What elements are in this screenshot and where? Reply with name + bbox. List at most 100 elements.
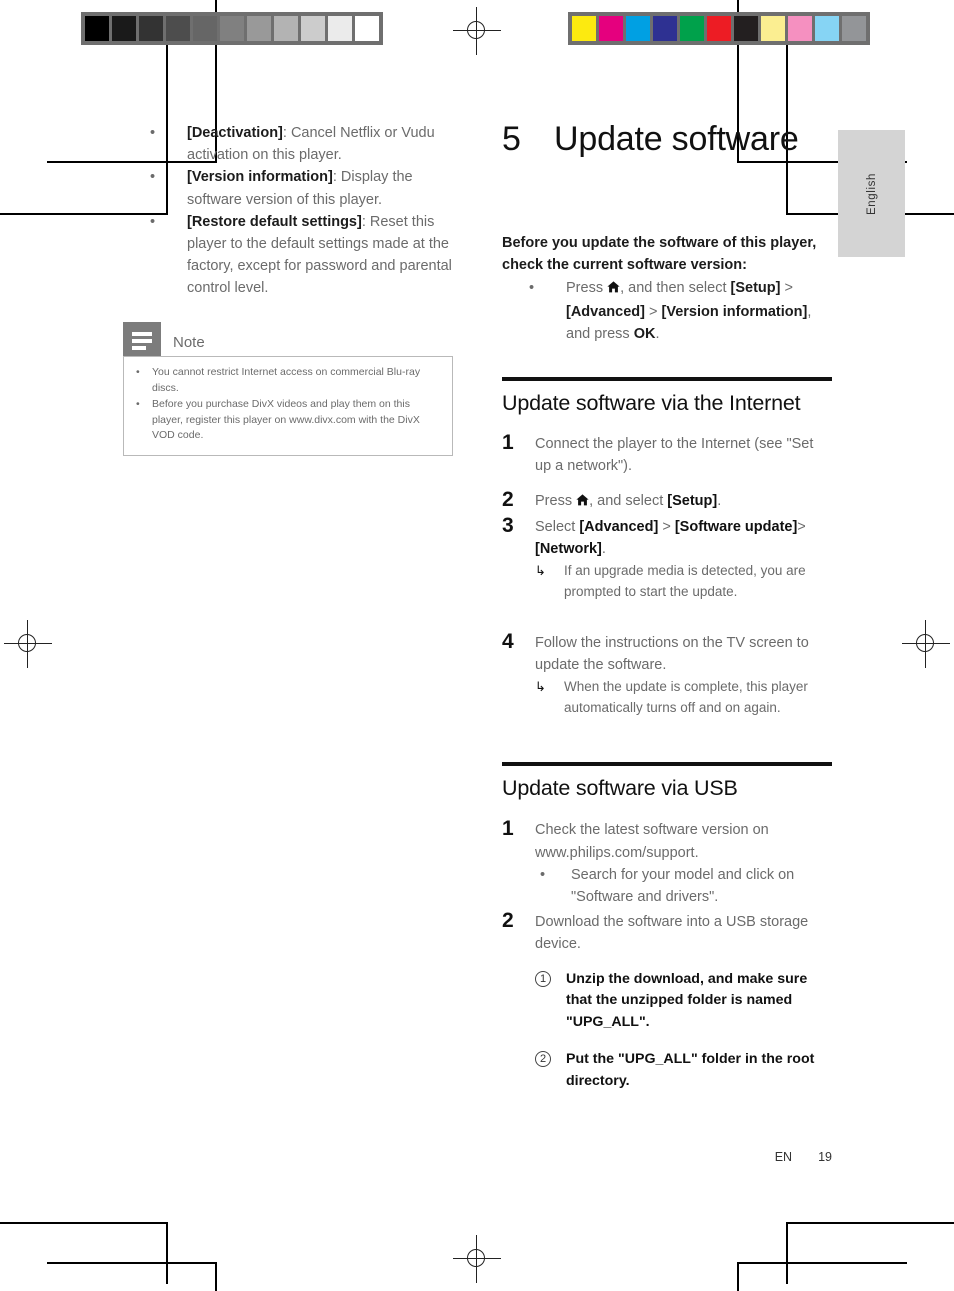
home-icon: [607, 278, 620, 300]
step-item: 2 Press , and select [Setup].: [502, 488, 832, 513]
step-text: Press , and select [Setup].: [535, 493, 721, 509]
step-number: 3: [502, 513, 514, 537]
step-text: Download the software into a USB storage…: [535, 914, 809, 953]
calibration-swatch-3: [653, 16, 677, 41]
intro-bullet-list: • Press , and then select [Setup] > [Adv…: [502, 277, 832, 345]
crop-mark-bl-h1: [0, 1222, 168, 1224]
calibration-swatch-1: [599, 16, 623, 41]
calibration-swatch-2: [626, 16, 650, 41]
bullet-glyph: •: [150, 125, 156, 141]
right-text-column: 5 Update software Before you update the …: [502, 122, 832, 1092]
steps-usb: 1 Check the latest software version on w…: [502, 817, 832, 1092]
calibration-swatch-7: [274, 16, 298, 41]
page-canvas: • [Deactivation]: Cancel Netflix or Vudu …: [0, 0, 954, 1291]
home-icon: [576, 491, 589, 513]
bullet-glyph: •: [529, 280, 535, 297]
bullet-glyph: •: [150, 169, 156, 186]
bullet-glyph: •: [540, 866, 546, 883]
footer-language-code: EN: [774, 1150, 793, 1164]
page-footer: EN 19: [700, 1150, 832, 1164]
crop-mark-bl-v2: [215, 1262, 217, 1291]
substep-text: Search for your model and click on "Soft…: [571, 866, 795, 906]
calibration-swatch-8: [788, 16, 812, 41]
calibration-swatch-10: [355, 16, 379, 41]
registration-mark-top: [453, 7, 501, 55]
language-tab: English: [838, 130, 905, 257]
step-text: Check the latest software version on www…: [535, 822, 769, 861]
bullet-glyph: •: [150, 213, 156, 230]
page-number: 19: [818, 1150, 832, 1164]
language-tab-label: English: [865, 172, 878, 215]
calibration-swatch-4: [193, 16, 217, 41]
crop-mark-br-h2: [737, 1262, 907, 1264]
calibration-swatch-0: [85, 16, 109, 41]
section-title-internet: Update software via the Internet: [502, 391, 801, 416]
note-header: Note: [123, 322, 453, 356]
section-rule-internet: [502, 377, 832, 382]
step-item: 2 Download the software into a USB stora…: [502, 909, 832, 1092]
list-item: • [Restore default settings]: Reset this …: [123, 211, 458, 300]
step-item: 1 Connect the player to the Internet (se…: [502, 431, 832, 477]
calibration-swatch-8: [301, 16, 325, 41]
substep-text: If an upgrade media is detected, you are…: [564, 563, 806, 600]
intro-lead: Before you update the software of this p…: [502, 235, 817, 274]
steps-internet: 1 Connect the player to the Internet (se…: [502, 431, 832, 718]
bullet-glyph: •: [136, 398, 140, 410]
step-item: 1 Check the latest software version on w…: [502, 817, 832, 908]
circled-substep-text: Put the "UPG_ALL" folder in the root dir…: [566, 1051, 815, 1089]
calibration-swatch-5: [220, 16, 244, 41]
setting-term: [Version information]: [187, 169, 333, 186]
step-number: 4: [502, 630, 514, 654]
step-substep: ↳ If an upgrade media is detected, you a…: [535, 560, 832, 602]
substep-arrow-icon: ↳: [535, 679, 546, 695]
setting-term: [Restore default settings]: [187, 213, 362, 230]
note-item-text: Before you purchase DivX videos and play…: [152, 398, 420, 441]
list-item: • [Version information]: Display the soft…: [123, 166, 458, 210]
crop-mark-bl-v1: [166, 1222, 168, 1284]
page-title: 5 Update software: [502, 122, 832, 156]
setting-term: [Deactivation]: [187, 125, 283, 141]
substep-text: When the update is complete, this player…: [564, 679, 808, 716]
note-lines-icon: [123, 322, 161, 356]
step-number: 2: [502, 488, 514, 512]
registration-mark-right: [902, 620, 950, 668]
step-substep: • Search for your model and click on "So…: [535, 864, 832, 908]
step-text: Select [Advanced] > [Software update]>[N…: [535, 518, 806, 557]
note-item: • Before you purchase DivX videos and pla…: [130, 397, 442, 444]
crop-mark-bl-h2: [47, 1262, 217, 1264]
calibration-swatch-2: [139, 16, 163, 41]
note-box: Note • You cannot restrict Internet acces…: [123, 322, 453, 456]
grayscale-calibration-bar: [81, 12, 383, 45]
step-number: 1: [502, 431, 514, 455]
crop-mark-br-h1: [786, 1222, 954, 1224]
note-body: • You cannot restrict Internet access on …: [123, 356, 453, 456]
circled-substep: 1 Unzip the download, and make sure that…: [535, 969, 832, 1034]
calibration-swatch-3: [166, 16, 190, 41]
step-number: 1: [502, 817, 514, 841]
crop-mark-br-v2: [737, 1262, 739, 1291]
calibration-swatch-0: [572, 16, 596, 41]
step-number: 2: [502, 909, 514, 933]
substep-arrow-icon: ↳: [535, 563, 546, 579]
step-text: Follow the instructions on the TV screen…: [535, 635, 809, 674]
color-calibration-bar: [568, 12, 870, 45]
circled-number: 1: [535, 970, 551, 987]
circled-number: 2: [535, 1051, 551, 1068]
section-title-usb: Update software via USB: [502, 776, 738, 801]
left-text-column: • [Deactivation]: Cancel Netflix or Vudu …: [123, 122, 458, 300]
step-item: 4 Follow the instructions on the TV scre…: [502, 630, 832, 718]
registration-mark-bottom: [453, 1235, 501, 1283]
step-text: Connect the player to the Internet (see …: [535, 436, 814, 475]
section-rule-usb: [502, 762, 832, 767]
note-item: • You cannot restrict Internet access on …: [130, 365, 442, 396]
calibration-swatch-5: [707, 16, 731, 41]
calibration-swatch-6: [734, 16, 758, 41]
calibration-swatch-10: [842, 16, 866, 41]
intro-bullet-text: Press , and then select [Setup] > [Advan…: [566, 278, 812, 342]
list-item: • [Deactivation]: Cancel Netflix or Vudu …: [123, 122, 458, 166]
chapter-title: Update software: [554, 120, 799, 158]
note-title: Note: [173, 334, 205, 351]
bullet-glyph: •: [136, 366, 140, 378]
circled-substep-text: Unzip the download, and make sure that t…: [566, 970, 808, 1030]
calibration-swatch-6: [247, 16, 271, 41]
